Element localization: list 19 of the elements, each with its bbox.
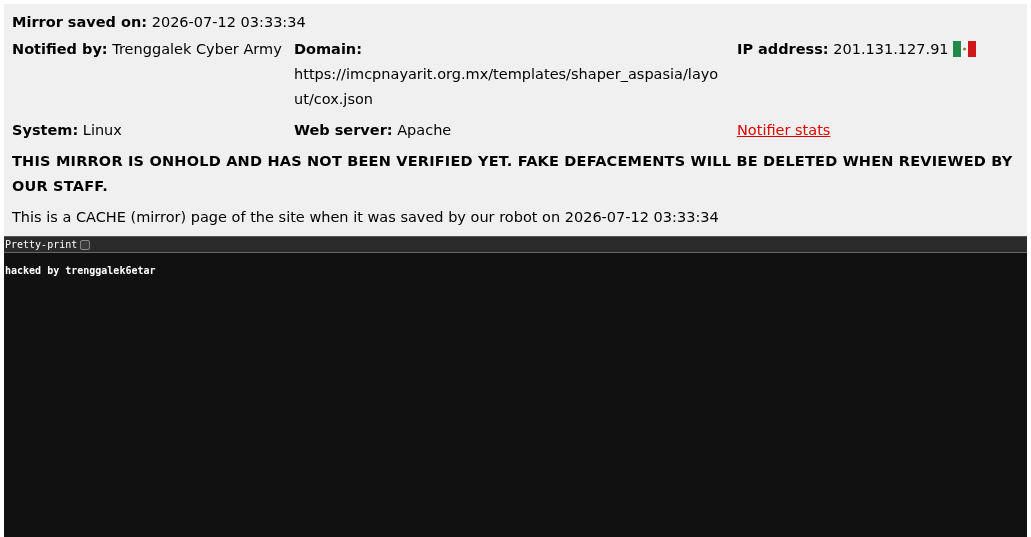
field-label: System: [12,122,79,138]
page-text: hacked by trenggalek6etar [5,265,156,276]
field-label: Mirror saved on: [12,14,148,30]
field-label: Domain: [294,41,362,57]
flag-icon [952,41,976,57]
field-label: Web server: [294,122,393,138]
field-value: 201.131.127.91 [833,41,949,57]
field-label: IP address: [737,41,829,57]
pretty-print-checkbox[interactable] [80,239,91,250]
field-value: https://imcpnayarit.org.mx/templates/shaper_aspasia/layout/cox.json [294,65,720,109]
notifier-stats-link[interactable]: Notifier stats [737,122,831,138]
field-label: Notified by: [12,41,108,57]
field-value: Linux [82,122,122,138]
cache-note: This is a CACHE (mirror) page of the site when it was saved by our robot on 2026-07-12 03:33:34 [12,208,720,227]
pretty-print-label: Pretty-print [5,239,78,250]
field-value: Apache [397,122,452,138]
field-value: 2026-07-12 03:33:34 [151,14,306,30]
field-value: Trenggalek Cyber Army [112,41,282,57]
warning-message: THIS MIRROR IS ONHOLD AND HAS NOT BEEN VERIFIED YET. FAKE DEFACEMENTS WILL BE DELETED WHEN REVIEWED BY OUR STAFF. [12,152,1014,196]
